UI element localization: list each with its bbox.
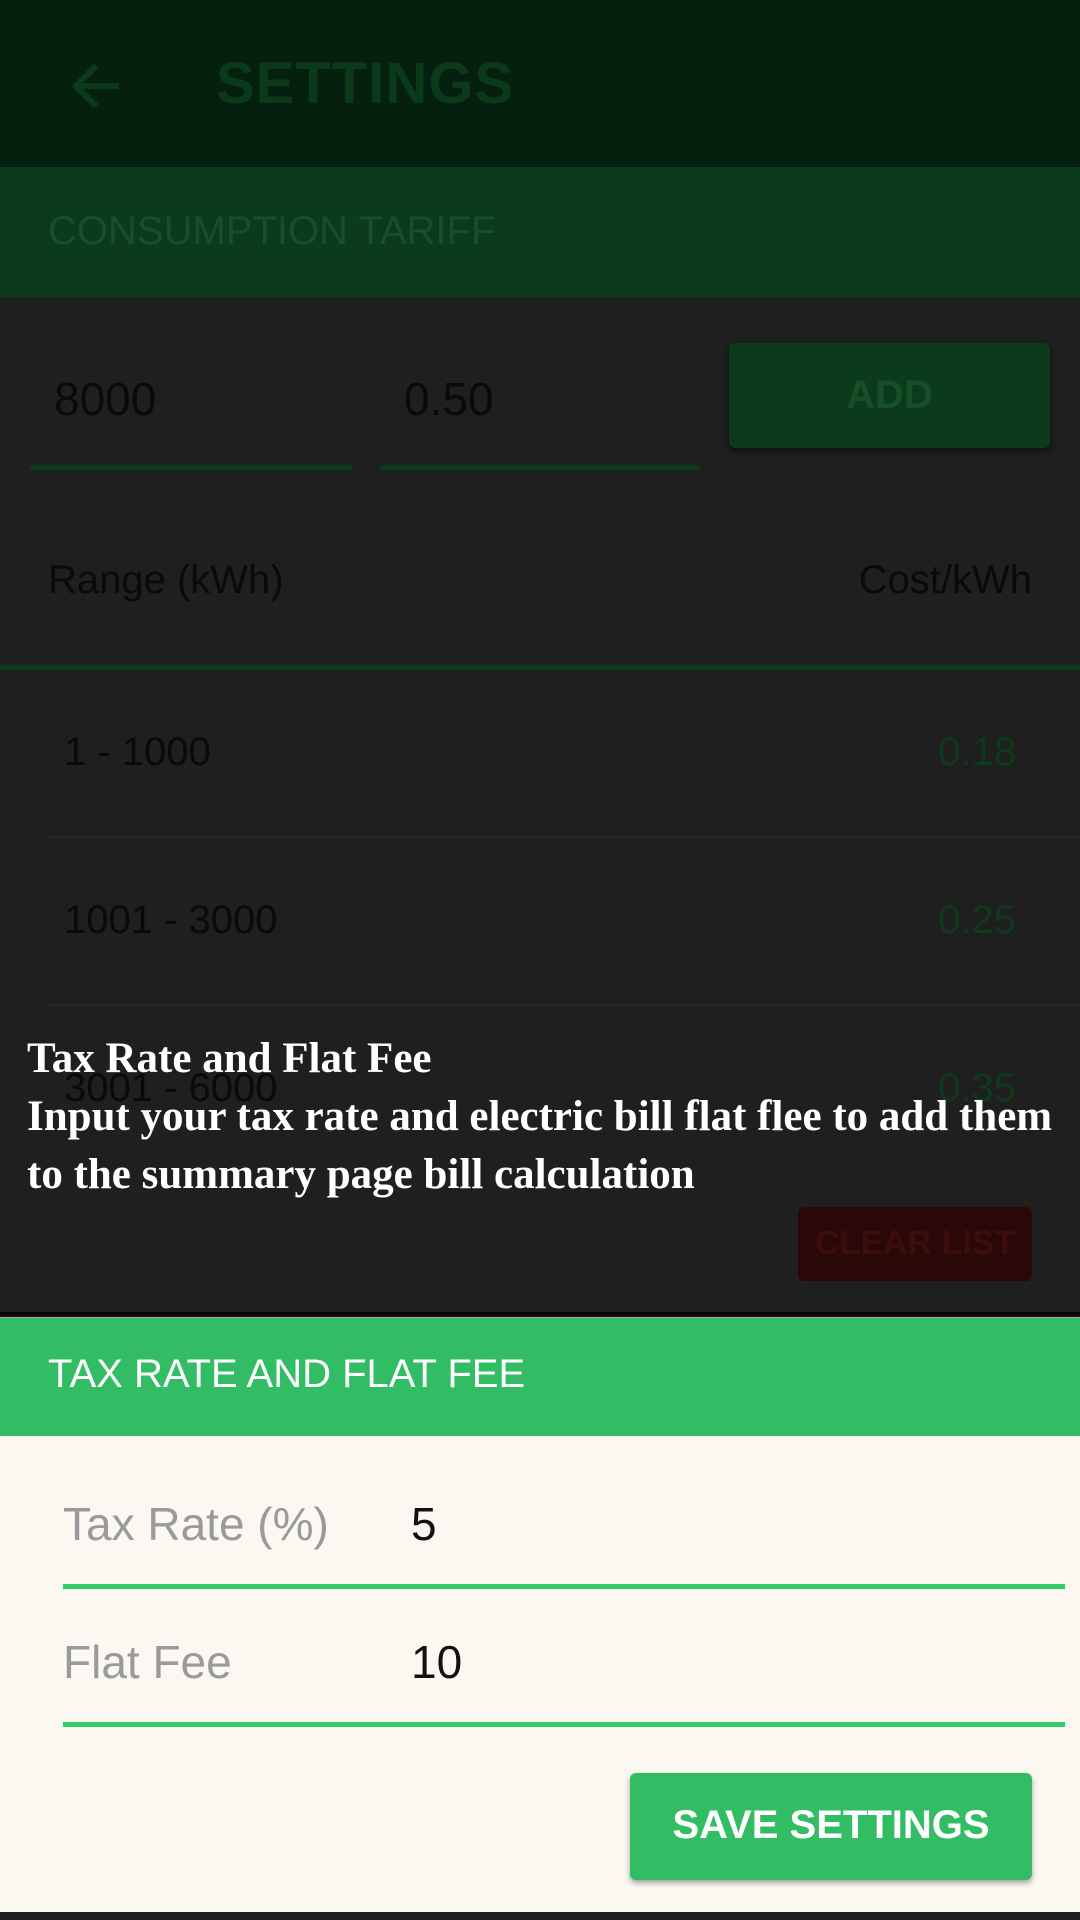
save-settings-label: SAVE SETTINGS xyxy=(672,1803,990,1847)
page-title: SETTINGS xyxy=(216,51,515,116)
tutorial-title: Tax Rate and Flat Fee xyxy=(27,1035,432,1082)
cost-input[interactable]: 0.50 xyxy=(380,360,700,470)
tariff-row-range: 1001 - 3000 xyxy=(64,898,278,942)
add-button[interactable]: ADD xyxy=(729,343,1050,448)
app-toolbar: SETTINGS xyxy=(0,0,1080,167)
tax-rate-field[interactable]: Tax Rate (%) 5 xyxy=(63,1461,1065,1589)
clear-list-label: CLEAR LIST xyxy=(814,1224,1016,1262)
arrow-left-icon[interactable] xyxy=(66,56,126,116)
tax-card-header: TAX RATE AND FLAT FEE xyxy=(0,1318,1080,1436)
tax-rate-label: Tax Rate (%) xyxy=(63,1498,329,1550)
settings-screen: SETTINGS CONSUMPTION TARIFF 8000 0.50 AD… xyxy=(0,0,1080,1920)
tutorial-description: Input your tax rate and electric bill fl… xyxy=(27,1093,1053,1198)
tariff-row[interactable]: 1001 - 3000 0.25 xyxy=(48,838,1080,1006)
tariff-row-cost: 0.25 xyxy=(938,898,1016,942)
tutorial-overlay[interactable]: Tax Rate and Flat Fee Input your tax rat… xyxy=(27,1030,1067,1204)
flat-fee-input[interactable]: 10 xyxy=(411,1635,462,1689)
column-header-cost: Cost/kWh xyxy=(858,558,1032,602)
tariff-row-cost: 0.18 xyxy=(938,730,1016,774)
range-input-value: 8000 xyxy=(54,373,157,425)
add-button-label: ADD xyxy=(846,373,933,417)
clear-list-button[interactable]: CLEAR LIST xyxy=(798,1207,1032,1281)
tax-card-title: TAX RATE AND FLAT FEE xyxy=(48,1352,526,1396)
range-input[interactable]: 8000 xyxy=(30,360,352,470)
tariff-row-range: 1 - 1000 xyxy=(64,730,211,774)
column-header-range: Range (kWh) xyxy=(48,558,284,602)
flat-fee-label: Flat Fee xyxy=(63,1636,232,1688)
consumption-tariff-header: CONSUMPTION TARIFF xyxy=(0,167,1080,297)
flat-fee-field[interactable]: Flat Fee 10 xyxy=(63,1599,1065,1727)
save-settings-button[interactable]: SAVE SETTINGS xyxy=(630,1773,1032,1880)
bottom-edge xyxy=(0,1912,1080,1920)
tax-rate-input[interactable]: 5 xyxy=(411,1497,437,1551)
cost-input-value: 0.50 xyxy=(404,373,494,425)
consumption-tariff-title: CONSUMPTION TARIFF xyxy=(48,209,496,253)
tariff-row[interactable]: 1 - 1000 0.18 xyxy=(48,670,1080,838)
